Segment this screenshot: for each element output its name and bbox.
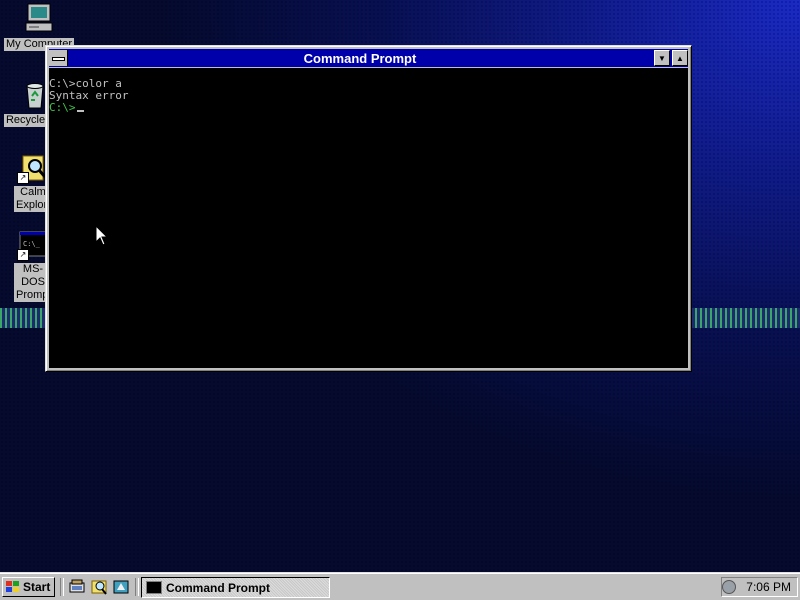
minimize-button[interactable]: ▼ xyxy=(654,50,670,66)
shortcut-arrow-icon: ↗ xyxy=(17,172,29,184)
windows-logo-icon xyxy=(6,581,20,593)
command-prompt-icon xyxy=(146,581,162,594)
start-button[interactable]: Start xyxy=(2,577,55,597)
channels-icon[interactable] xyxy=(112,578,130,596)
explorer-icon[interactable] xyxy=(90,578,108,596)
command-prompt-window[interactable]: Command Prompt ▼ ▲ C:\>color a Syntax er… xyxy=(45,45,692,372)
console-line: Syntax error xyxy=(49,89,129,102)
start-label: Start xyxy=(23,580,51,594)
desktop-icon-my-computer[interactable]: My Computer xyxy=(4,2,75,51)
taskbar-button-command-prompt[interactable]: Command Prompt xyxy=(141,577,330,598)
console-prompt: C:\> xyxy=(49,101,76,114)
system-menu-icon[interactable] xyxy=(49,50,68,66)
console-prompt-line: C:\> xyxy=(49,102,688,114)
computer-icon xyxy=(23,2,55,34)
window-title: Command Prompt xyxy=(303,50,417,66)
desktop-wallpaper-stripe-left xyxy=(0,308,46,328)
shortcut-arrow-icon: ↗ xyxy=(17,249,29,261)
text-cursor xyxy=(76,110,84,112)
window-titlebar[interactable]: Command Prompt ▼ ▲ xyxy=(49,49,688,67)
svg-text:C:\_: C:\_ xyxy=(23,240,41,248)
taskbar-divider xyxy=(135,578,139,596)
taskbar-divider xyxy=(60,578,64,596)
console-area[interactable]: C:\>color a Syntax error C:\> xyxy=(49,68,688,368)
console-line: C:\>color a xyxy=(49,77,122,90)
system-tray: 7:06 PM xyxy=(721,577,798,597)
desktop-wallpaper-stripe-right xyxy=(690,308,800,328)
maximize-button[interactable]: ▲ xyxy=(672,50,688,66)
show-desktop-icon[interactable] xyxy=(68,578,86,596)
tray-volume-icon[interactable] xyxy=(722,580,737,594)
mouse-pointer-icon xyxy=(95,225,109,246)
taskbar-button-label: Command Prompt xyxy=(166,580,271,595)
clock[interactable]: 7:06 PM xyxy=(746,580,791,594)
taskbar: Start Command Prompt 7:06 PM xyxy=(0,572,800,600)
